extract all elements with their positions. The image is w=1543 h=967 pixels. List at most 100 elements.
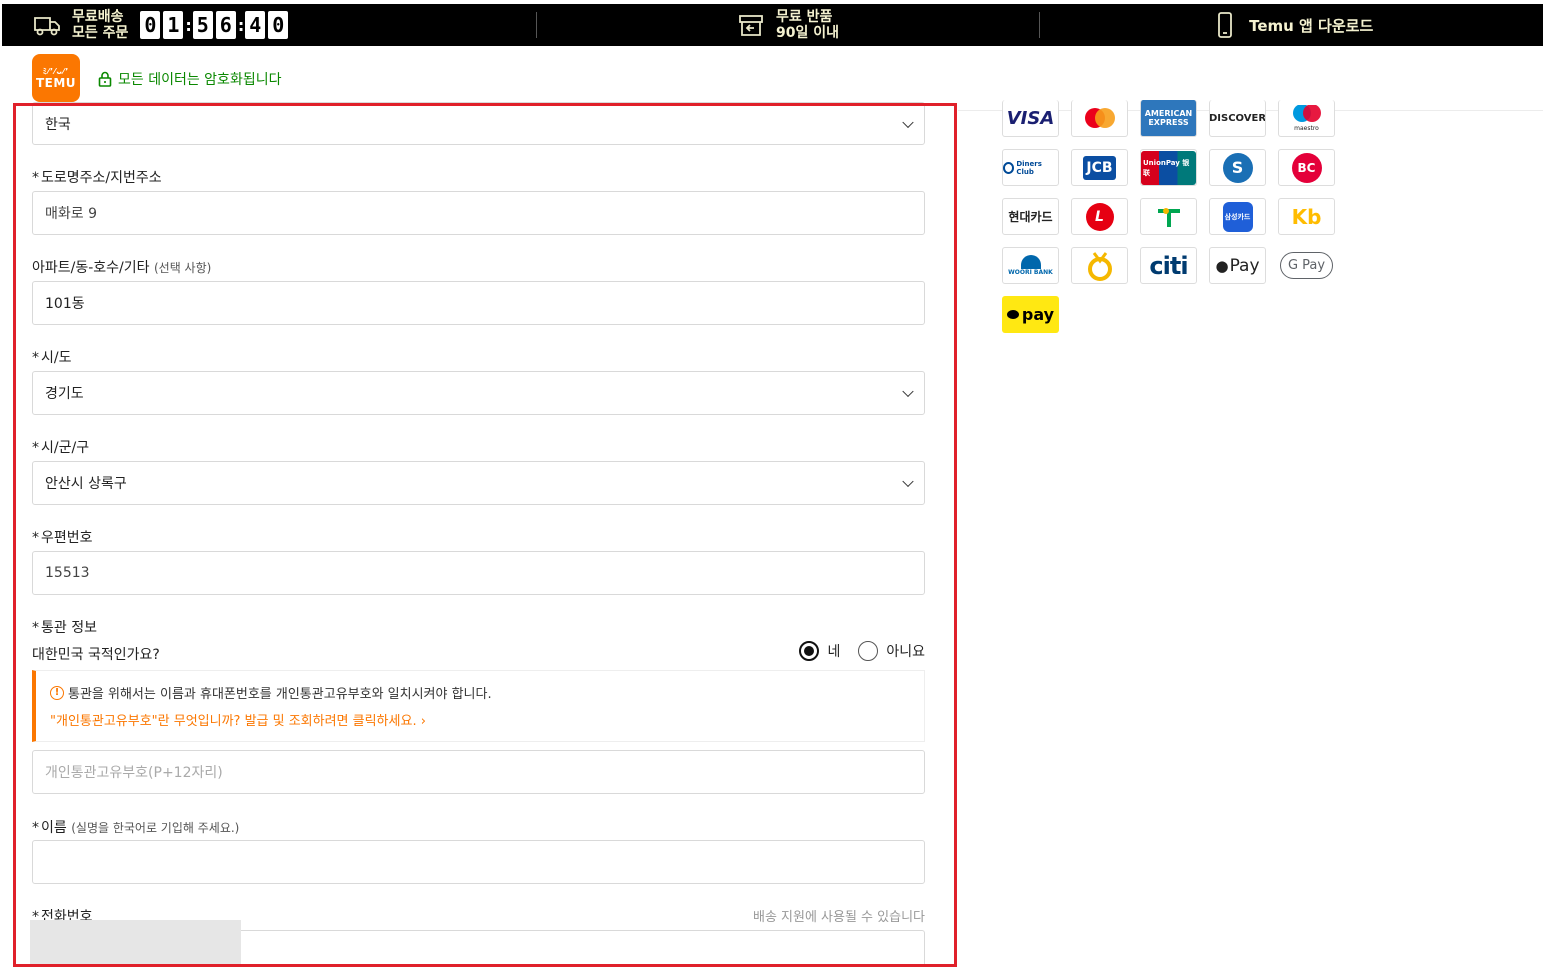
gold-medal-mark [1087, 251, 1112, 281]
apt-input[interactable]: 101동 [32, 281, 925, 325]
required-mark: * [32, 820, 39, 836]
discover-icon: DISCOVER [1209, 100, 1266, 137]
gpay-label: G Pay [1279, 252, 1334, 279]
road-address-input[interactable]: 매화로 9 [32, 191, 925, 235]
customs-label-text: 통관 정보 [41, 620, 97, 636]
free-returns-section: 무료 반품 90일 이내 [535, 4, 1040, 46]
province-value: 경기도 [45, 386, 84, 402]
radio-yes[interactable] [799, 641, 820, 661]
mastercard-icon [1071, 100, 1128, 137]
zip-value: 15513 [45, 565, 90, 581]
name-input[interactable] [32, 840, 925, 884]
timer-separator: : [237, 15, 245, 35]
lotte-card-icon: L [1071, 198, 1128, 235]
apple-pay-label: Pay [1229, 255, 1260, 276]
notice-text: 통관을 위해서는 이름과 휴대폰번호를 개인통관고유부호와 일치시켜야 합니다. [68, 687, 492, 702]
radio-no-label[interactable]: 아니요 [886, 641, 925, 661]
maestro-circles [1292, 104, 1321, 122]
province-label-text: 시/도 [41, 350, 72, 366]
name-label-text: 이름 [41, 820, 67, 836]
speech-bubble-icon [1006, 310, 1019, 319]
city-label: * 시/군/구 [32, 437, 89, 457]
timer-digit: 0 [268, 11, 289, 39]
diners-label: Diners Club [1016, 159, 1042, 176]
diners-club-icon: Diners Club [1002, 149, 1059, 186]
hyundai-card-icon: 현대카드 [1002, 198, 1059, 235]
road-address-label-text: 도로명주소/지번주소 [41, 170, 162, 186]
temu-logo[interactable]: ﾐ⁄ʼ⁄ᴗ⁄ʼ TEMU [32, 54, 80, 102]
google-pay-icon: G Pay [1278, 247, 1335, 284]
hyundai-label: 현대카드 [1008, 210, 1053, 224]
unionpay-icon: UnionPay 银联 [1140, 149, 1197, 186]
timer-digit: 4 [245, 11, 266, 39]
unionpay-label: UnionPay 银联 [1141, 150, 1196, 185]
bc-label: BC [1291, 152, 1322, 183]
apt-label-text: 아파트/동-호수/기타 [32, 260, 150, 276]
phone-icon [1218, 12, 1232, 38]
chevron-right-icon: › [420, 714, 426, 729]
shinhan-label: S [1222, 152, 1253, 183]
samsung-label: 삼성카드 [1222, 201, 1253, 232]
zip-label-text: 우편번호 [41, 530, 93, 546]
shipping-line1: 무료배송 [72, 9, 124, 25]
truck-icon [34, 17, 60, 36]
customs-label: * 통관 정보 [32, 617, 97, 637]
secure-notice: 모든 데이터는 암호화됩니다 [98, 69, 281, 89]
apt-optional-hint: (선택 사항) [153, 261, 212, 275]
name-label: * 이름 (실명을 한국어로 기입해 주세요.) [32, 817, 239, 837]
required-mark: * [32, 620, 39, 636]
nh-card-icon [1140, 198, 1197, 235]
radio-yes-label[interactable]: 네 [827, 641, 840, 661]
warning-icon: ! [50, 685, 64, 700]
timer-separator: : [185, 15, 192, 35]
required-mark: * [32, 350, 39, 366]
customs-code-input[interactable]: 개인통관고유부호(P+12자리) [32, 750, 925, 794]
customs-code-placeholder: 개인통관고유부호(P+12자리) [45, 765, 223, 781]
kb-label: Kb [1291, 204, 1322, 229]
amex-icon: AMERICAN EXPRESS [1140, 100, 1197, 137]
visa-label: VISA [1006, 107, 1055, 129]
logo-text: TEMU [35, 75, 77, 90]
kakao-bank-icon [1071, 247, 1128, 284]
app-download-text[interactable]: Temu 앱 다운로드 [1249, 15, 1373, 36]
jcb-label: JCB [1083, 155, 1116, 180]
timer-digit: 5 [192, 11, 213, 39]
zip-label: * 우편번호 [32, 527, 93, 547]
shipping-line2: 모든 주문 [72, 25, 129, 41]
chevron-down-icon [902, 475, 914, 488]
return-box-icon [739, 15, 763, 36]
name-hint: (실명을 한국어로 기입해 주세요.) [71, 821, 240, 835]
app-download-section[interactable]: Temu 앱 다운로드 [1039, 4, 1543, 46]
notice-link-text[interactable]: "개인통관고유부호"란 무엇입니까? 발급 및 조회하려면 클릭하세요. [50, 714, 417, 729]
jcb-icon: JCB [1071, 149, 1128, 186]
returns-line1: 무료 반품 [776, 9, 833, 25]
woori-label: WOORI BANK [1008, 269, 1053, 276]
required-mark: * [32, 170, 39, 186]
timer-digit: 1 [163, 11, 184, 39]
mastercard-circles [1084, 108, 1115, 128]
country-select[interactable]: 한국 [32, 102, 925, 145]
province-label: * 시/도 [32, 347, 71, 367]
visa-icon: VISA [1002, 100, 1059, 137]
shinhan-card-icon: S [1209, 149, 1266, 186]
chevron-down-icon [902, 116, 914, 128]
apt-label: 아파트/동-호수/기타 (선택 사항) [32, 257, 211, 277]
required-mark: * [32, 440, 39, 456]
required-mark: * [32, 530, 39, 546]
apple-pay-icon: ● Pay [1209, 247, 1266, 284]
samsung-card-icon: 삼성카드 [1209, 198, 1266, 235]
radio-no[interactable] [858, 641, 879, 661]
free-shipping-section: 무료배송 모든 주문 0 1 : 5 6 : 4 0 [2, 4, 536, 46]
nh-mark [1157, 207, 1180, 227]
province-select[interactable]: 경기도 [32, 371, 925, 415]
customs-notice: ! 통관을 위해서는 이름과 휴대폰번호를 개인통관고유부호와 일치시켜야 합니… [32, 670, 925, 742]
maestro-label: maestro [1294, 124, 1319, 132]
nationality-question: 대한민국 국적인가요? [32, 647, 160, 663]
city-select[interactable]: 안산시 상록구 [32, 461, 925, 505]
zip-input[interactable]: 15513 [32, 551, 925, 595]
timer-digit: 6 [215, 11, 236, 39]
nationality-radio-group: 네 아니요 [787, 641, 925, 661]
notice-link[interactable]: "개인통관고유부호"란 무엇입니까? 발급 및 조회하려면 클릭하세요. › [50, 710, 910, 729]
discover-label: DISCOVER [1209, 112, 1266, 124]
redacted-area [30, 920, 241, 967]
